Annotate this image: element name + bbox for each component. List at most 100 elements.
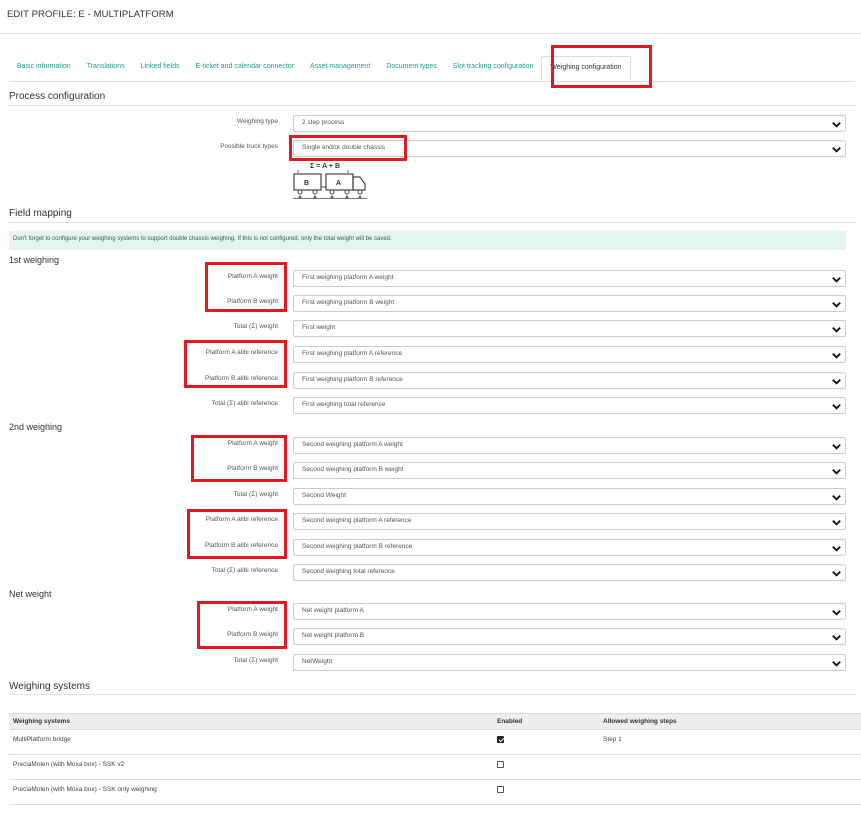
first-platform-a-alibi-select[interactable]: First weighing platform A reference [293, 346, 846, 363]
table-row: PreciaMolen (with Moxa box) - SSK only w… [9, 780, 861, 805]
first-total-weight-select[interactable]: First weight [293, 320, 846, 337]
first-platform-a-weight-row: Platform A weight First weighing platfor… [0, 270, 861, 287]
select-value: Second weighing platform B reference [302, 543, 413, 550]
second-platform-b-weight-select[interactable]: Second weighing platform B weight [293, 462, 846, 479]
weighing-system-name: PreciaMolen (with Moxa box) - SSK v2 [13, 761, 125, 768]
truck-types-select[interactable]: Single and/or double chassis [293, 140, 846, 157]
second-platform-a-weight-row: Platform A weight Second weighing platfo… [0, 437, 861, 454]
truck-formula: Σ = A + B [310, 163, 340, 170]
allowed-steps-value: Step 1 [603, 736, 622, 743]
first-platform-b-alibi-row: Platform B alibi reference First weighin… [0, 372, 861, 389]
chevron-down-icon [832, 302, 841, 308]
tab-document-types[interactable]: Document types [378, 56, 445, 81]
field-label: Platform B alibi reference [205, 375, 278, 382]
net-total-weight-select[interactable]: NetWeight [293, 654, 846, 671]
field-label: Platform B weight [227, 298, 278, 305]
enabled-checkbox[interactable] [497, 761, 504, 768]
second-platform-b-alibi-row: Platform B alibi reference Second weighi… [0, 539, 861, 556]
column-header-enabled: Enabled [497, 718, 523, 725]
chevron-down-icon [832, 353, 841, 359]
chevron-down-icon [832, 444, 841, 450]
enabled-checkbox[interactable] [497, 736, 504, 743]
chevron-down-icon [832, 327, 841, 333]
chevron-down-icon [832, 147, 841, 153]
field-label: Weighing type [236, 118, 278, 125]
tab-bar: Basic information Translations Linked fi… [9, 56, 631, 81]
second-platform-a-alibi-row: Platform A alibi reference Second weighi… [0, 513, 861, 530]
info-message: Don't forget to configure your weighing … [13, 236, 392, 242]
chevron-down-icon [832, 277, 841, 283]
section-title-process: Process configuration [9, 91, 106, 102]
second-total-alibi-row: Total (Σ) alibi reference Second weighin… [0, 564, 861, 581]
table-header: Weighing systems Enabled Allowed weighin… [9, 713, 861, 730]
tab-eticket-calendar-connector[interactable]: E-ticket and calendar connector [188, 56, 302, 81]
net-platform-b-weight-row: Platform B weight Net weight platform B [0, 628, 861, 645]
select-value: Second weighing total reference [302, 568, 395, 575]
chevron-down-icon [832, 520, 841, 526]
second-total-alibi-select[interactable]: Second weighing total reference [293, 564, 846, 581]
select-value: Net weight platform A [302, 607, 364, 614]
column-header-weighing-systems: Weighing systems [13, 718, 70, 725]
field-label: Platform B alibi reference [205, 542, 278, 549]
chevron-down-icon [832, 571, 841, 577]
trailer-a-label: A [336, 180, 341, 187]
section-divider [9, 105, 855, 106]
second-platform-b-alibi-select[interactable]: Second weighing platform B reference [293, 539, 846, 556]
chevron-down-icon [832, 495, 841, 501]
second-platform-a-alibi-select[interactable]: Second weighing platform A reference [293, 513, 846, 530]
tab-basic-information[interactable]: Basic information [9, 56, 79, 81]
tab-weighing-configuration[interactable]: Weighing configuration [541, 56, 631, 81]
field-label: Total (Σ) weight [233, 491, 278, 498]
first-platform-a-alibi-row: Platform A alibi reference First weighin… [0, 346, 861, 363]
first-platform-b-alibi-select[interactable]: First weighing platform B reference [293, 372, 846, 389]
table-row: MultiPlatform bridge Step 1 [9, 730, 861, 755]
tab-slot-tracking-configuration[interactable]: Slot tracking configuration [445, 56, 542, 81]
info-banner: Don't forget to configure your weighing … [9, 231, 846, 250]
chevron-down-icon [832, 610, 841, 616]
select-value: Net weight platform B [302, 632, 365, 639]
second-total-weight-select[interactable]: Second Weight [293, 488, 846, 505]
section-divider [9, 222, 855, 223]
field-label: Platform A alibi reference [205, 516, 278, 523]
tab-translations[interactable]: Translations [79, 56, 133, 81]
field-label: Total (Σ) weight [233, 657, 278, 664]
weighing-type-select[interactable]: 2 step process [293, 115, 846, 132]
field-label: Possible truck types [220, 143, 278, 150]
chevron-down-icon [832, 661, 841, 667]
first-platform-a-weight-select[interactable]: First weighing platform A weight [293, 270, 846, 287]
first-platform-b-weight-row: Platform B weight First weighing platfor… [0, 295, 861, 312]
first-total-alibi-row: Total (Σ) alibi reference First weighing… [0, 397, 861, 414]
second-platform-a-weight-select[interactable]: Second weighing platform A weight [293, 437, 846, 454]
field-label: Platform A weight [227, 606, 278, 613]
net-platform-b-weight-select[interactable]: Net weight platform B [293, 628, 846, 645]
select-value: Second weighing platform B weight [302, 466, 404, 473]
weighing-system-name: MultiPlatform bridge [13, 736, 71, 743]
chevron-down-icon [832, 404, 841, 410]
field-label: Total (Σ) alibi reference [211, 567, 278, 574]
chevron-down-icon [832, 379, 841, 385]
enabled-checkbox[interactable] [497, 786, 504, 793]
tab-asset-management[interactable]: Asset management [302, 56, 378, 81]
field-label: Platform A alibi reference [205, 349, 278, 356]
select-value: Second weighing platform A weight [302, 441, 403, 448]
select-value: Second Weight [302, 492, 346, 499]
second-total-weight-row: Total (Σ) weight Second Weight [0, 488, 861, 505]
select-value: 2 step process [302, 119, 345, 126]
section-divider [9, 694, 855, 695]
first-platform-b-weight-select[interactable]: First weighing platform B weight [293, 295, 846, 312]
table-row: PreciaMolen (with Moxa box) - SSK v2 [9, 755, 861, 780]
second-platform-b-weight-row: Platform B weight Second weighing platfo… [0, 462, 861, 479]
chevron-down-icon [832, 122, 841, 128]
double-chassis-truck-icon: Σ = A + B B A [293, 163, 367, 199]
subsection-title-first-weighing: 1st weighing [9, 255, 60, 265]
net-platform-a-weight-select[interactable]: Net weight platform A [293, 603, 846, 620]
select-value: First weighing total reference [302, 401, 386, 408]
tab-linked-fields[interactable]: Linked fields [133, 56, 188, 81]
select-value: Single and/or double chassis [302, 144, 386, 151]
subsection-title-second-weighing: 2nd weighing [9, 422, 63, 432]
first-total-alibi-select[interactable]: First weighing total reference [293, 397, 846, 414]
weighing-systems-table: Weighing systems Enabled Allowed weighin… [9, 713, 861, 805]
field-label: Total (Σ) alibi reference [211, 400, 278, 407]
field-label: Total (Σ) weight [233, 323, 278, 330]
truck-types-row: Possible truck types Single and/or doubl… [0, 140, 861, 157]
